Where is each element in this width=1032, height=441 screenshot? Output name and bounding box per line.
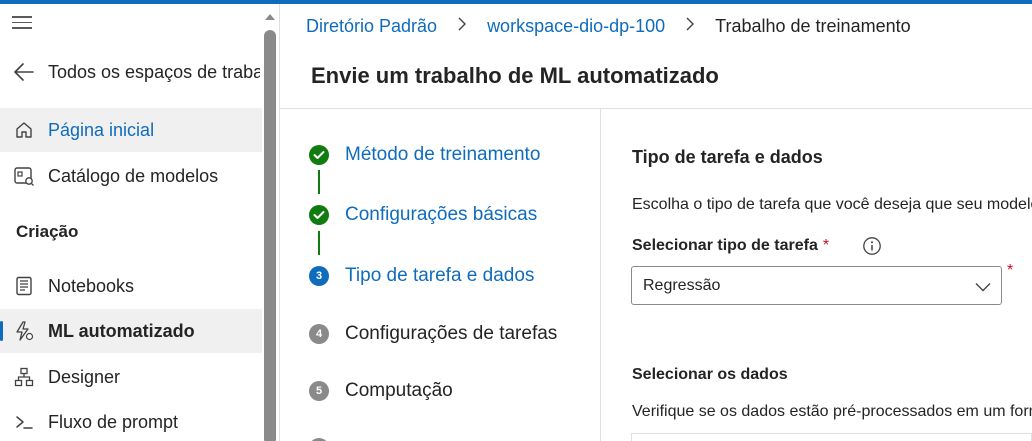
step-number-badge: 4 — [309, 324, 329, 344]
arrow-left-icon — [0, 63, 48, 81]
sidebar-item-home[interactable]: Página inicial — [0, 108, 262, 152]
step-label: Computação — [345, 380, 453, 401]
notebook-icon — [0, 276, 48, 296]
page-title: Envie um trabalho de ML automatizado — [311, 63, 719, 88]
chevron-right-icon — [685, 17, 695, 36]
step-task-settings[interactable]: 4 Configurações de tarefas — [309, 319, 557, 349]
sidebar-scrollbar[interactable] — [264, 12, 276, 441]
sidebar-item-prompt-flow[interactable]: Fluxo de prompt — [0, 400, 262, 441]
step-training-method[interactable]: Método de treinamento — [309, 140, 540, 170]
breadcrumb-current: Trabalho de treinamento — [715, 15, 911, 36]
data-section-description: Verifique se os dados estão pré-processa… — [632, 403, 1032, 420]
data-table-box — [631, 433, 1032, 441]
active-indicator — [0, 321, 3, 341]
sidebar-item-label: Fluxo de prompt — [48, 411, 179, 432]
info-icon[interactable] — [862, 236, 882, 256]
model-catalog-icon — [0, 166, 48, 186]
checkmark-icon — [309, 205, 329, 225]
sidebar-item-notebooks[interactable]: Notebooks — [0, 264, 262, 308]
step-compute[interactable]: 5 Computação — [309, 376, 453, 406]
section-description: Escolha o tipo de tarefa que você deseja… — [632, 196, 1032, 213]
home-icon — [0, 120, 48, 140]
task-type-label-text: Selecionar tipo de tarefa — [632, 237, 818, 254]
hamburger-menu-icon[interactable] — [12, 16, 34, 32]
sidebar: Todos os espaços de trabalho Página inic… — [0, 4, 279, 441]
step-label: Configurações de tarefas — [345, 323, 558, 344]
prompt-flow-icon — [0, 412, 48, 432]
section-heading-authoring: Criação — [16, 222, 79, 241]
step-connector — [318, 231, 320, 255]
designer-icon — [0, 367, 48, 387]
sidebar-item-label: Catálogo de modelos — [48, 165, 219, 186]
required-asterisk: * — [1007, 262, 1014, 279]
breadcrumb: Diretório Padrão workspace-dio-dp-100 Tr… — [306, 14, 911, 38]
back-label: Todos os espaços de trabalho — [48, 61, 260, 82]
step-label: Método de treinamento — [345, 144, 541, 165]
task-type-value: Regressão — [643, 276, 721, 294]
task-type-label: Selecionar tipo de tarefa * — [632, 237, 829, 255]
sidebar-item-label: Designer — [48, 366, 121, 387]
sidebar-item-automated-ml[interactable]: ML automatizado — [0, 309, 262, 353]
step-connector — [318, 170, 320, 194]
chevron-down-icon — [975, 279, 991, 297]
automated-ml-icon — [0, 320, 48, 342]
step-number-badge: 5 — [309, 381, 329, 401]
data-section-title: Selecionar os dados — [632, 366, 788, 383]
panel-divider — [600, 109, 601, 441]
section-title: Tipo de tarefa e dados — [632, 147, 823, 167]
step-number-badge: 3 — [309, 266, 329, 286]
step-label: Configurações básicas — [345, 204, 538, 225]
sidebar-item-label: Notebooks — [48, 275, 135, 296]
scroll-thumb[interactable] — [264, 30, 276, 441]
sidebar-item-label: ML automatizado — [48, 320, 195, 341]
sidebar-item-label: Página inicial — [48, 119, 155, 140]
breadcrumb-workspace-link[interactable]: workspace-dio-dp-100 — [487, 16, 665, 37]
sidebar-item-designer[interactable]: Designer — [0, 355, 262, 399]
required-asterisk: * — [822, 237, 830, 254]
step-task-type-data[interactable]: 3 Tipo de tarefa e dados — [309, 261, 534, 291]
checkmark-icon — [309, 145, 329, 165]
step-basic-settings[interactable]: Configurações básicas — [309, 200, 537, 230]
back-to-workspaces-link[interactable]: Todos os espaços de trabalho — [0, 52, 262, 92]
sidebar-divider — [279, 4, 280, 441]
task-type-dropdown[interactable]: Regressão — [631, 266, 1002, 305]
breadcrumb-directory-link[interactable]: Diretório Padrão — [306, 16, 437, 37]
sidebar-item-model-catalog[interactable]: Catálogo de modelos — [0, 154, 262, 198]
step-label: Tipo de tarefa e dados — [345, 265, 535, 286]
scroll-up-arrow-icon[interactable] — [265, 14, 275, 20]
chevron-right-icon — [457, 17, 467, 36]
step-next-partial — [309, 433, 345, 441]
header-divider — [280, 108, 1032, 109]
